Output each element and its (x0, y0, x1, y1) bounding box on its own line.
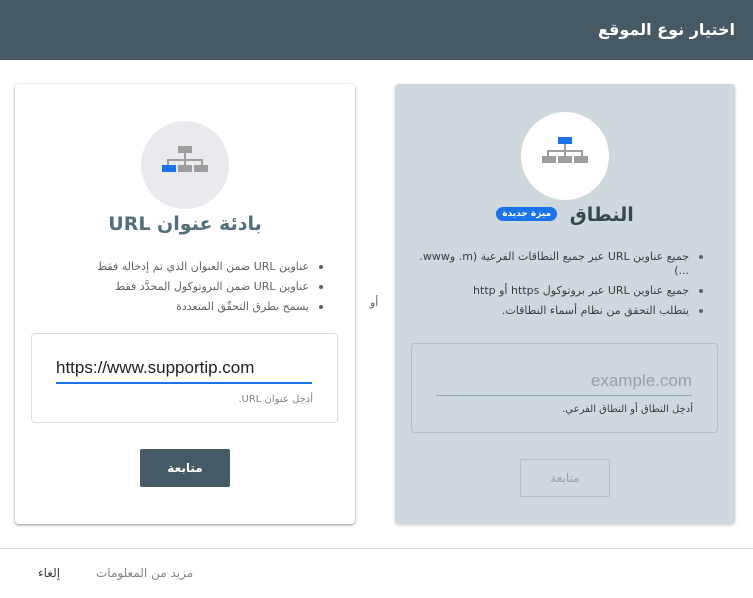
new-feature-badge: ميزة جديدة (496, 206, 558, 221)
domain-title: النطاق (569, 204, 634, 226)
url-prefix-input[interactable] (56, 354, 312, 384)
more-info-link[interactable]: مزيد من المعلومات (96, 566, 193, 580)
url-input-box: أدخِل عنوان URL. (31, 333, 338, 423)
url-prefix-features: عناوين URL ضمن العنوان الذي تم إدخاله فق… (43, 260, 323, 320)
domain-card[interactable]: النطاق ميزة جديدة جميع عناوين URL عبر جم… (395, 84, 735, 524)
app-header: اختيار نوع الموقع (0, 0, 753, 60)
list-item: عناوين URL ضمن البروتوكول المحدَّد فقط (43, 280, 323, 294)
domain-title-row: النطاق ميزة جديدة (395, 204, 735, 226)
or-separator: أو (370, 296, 379, 309)
domain-continue-button[interactable]: متابعة (520, 459, 610, 497)
list-item: جميع عناوين URL عبر جميع النطاقات الفرعي… (413, 250, 703, 278)
page-title: اختيار نوع الموقع (597, 20, 735, 39)
url-input-help: أدخِل عنوان URL. (238, 394, 313, 405)
domain-input-help: أدخِل النطاق أو النطاق الفرعي. (562, 404, 693, 415)
url-prefix-title: بادئة عنوان URL (108, 213, 262, 235)
domain-input[interactable] (436, 367, 692, 396)
sitemap-icon (141, 121, 229, 209)
url-prefix-card[interactable]: بادئة عنوان URL عناوين URL ضمن العنوان ا… (15, 84, 355, 524)
url-continue-button[interactable]: متابعة (140, 449, 230, 487)
domain-features: جميع عناوين URL عبر جميع النطاقات الفرعي… (413, 250, 703, 324)
list-item: عناوين URL ضمن العنوان الذي تم إدخاله فق… (43, 260, 323, 274)
sitemap-icon (521, 112, 609, 200)
domain-input-box: أدخِل النطاق أو النطاق الفرعي. (411, 343, 718, 433)
list-item: يسمح بطرق التحقّق المتعددة (43, 300, 323, 314)
list-item: يتطلب التحقق من نظام أسماء النطاقات. (413, 304, 703, 318)
list-item: جميع عناوين URL عبر بروتوكول https أو ht… (413, 284, 703, 298)
footer-divider (0, 548, 753, 549)
cancel-link[interactable]: إلغاء (38, 566, 60, 580)
